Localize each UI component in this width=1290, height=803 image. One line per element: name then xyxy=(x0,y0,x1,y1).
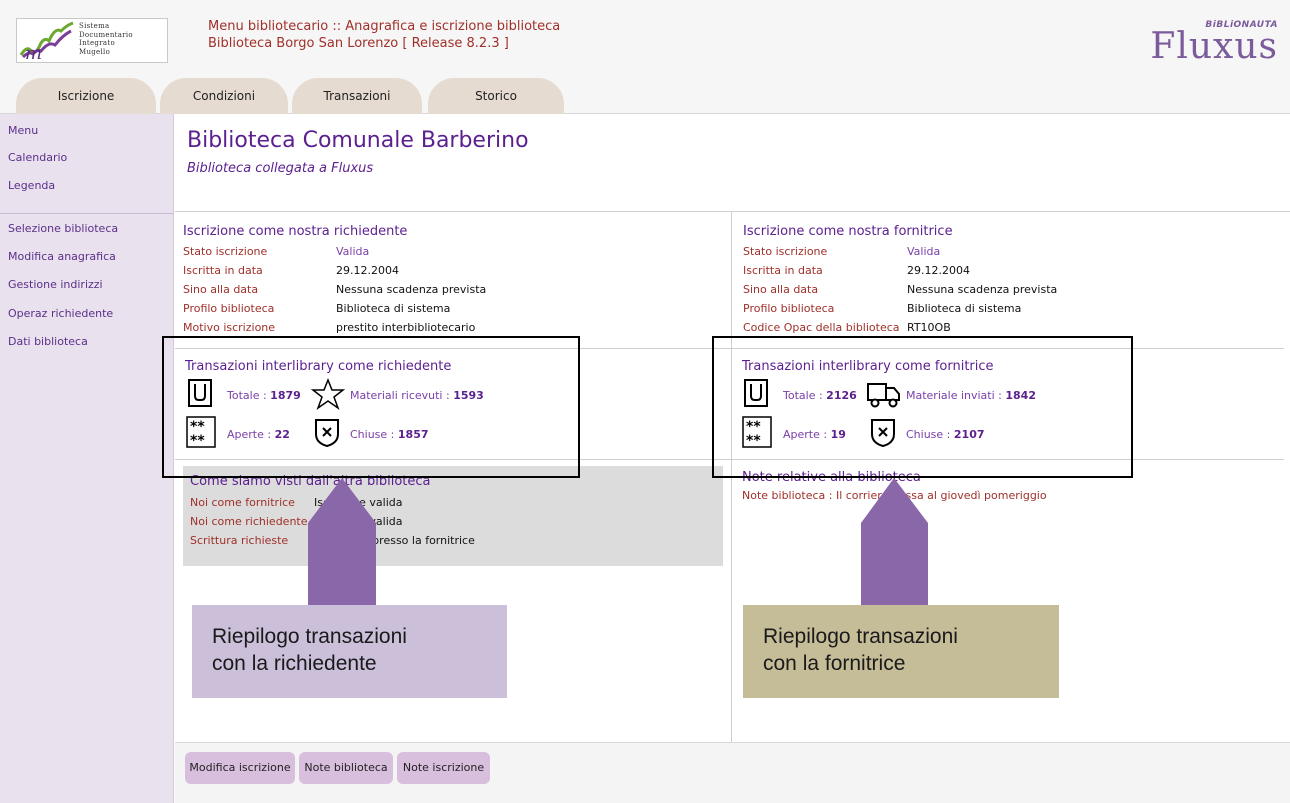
note-iscrizione-button[interactable]: Note iscrizione xyxy=(397,752,490,784)
callout-text: con la richiedente xyxy=(212,652,377,675)
callout-fornitrice: Riepilogo transazioni con la fornitrice xyxy=(743,605,1059,698)
callout-richiedente: Riepilogo transazioni con la richiedente xyxy=(192,605,507,698)
note-biblioteca-button[interactable]: Note biblioteca xyxy=(299,752,393,784)
callout-text: Riepilogo transazioni xyxy=(763,625,958,648)
arrow-richiedente xyxy=(308,478,376,608)
callout-text: con la fornitrice xyxy=(763,652,906,675)
callout-text: Riepilogo transazioni xyxy=(212,625,407,648)
arrow-fornitrice xyxy=(861,478,928,608)
modifica-iscrizione-button[interactable]: Modifica iscrizione xyxy=(185,752,295,784)
